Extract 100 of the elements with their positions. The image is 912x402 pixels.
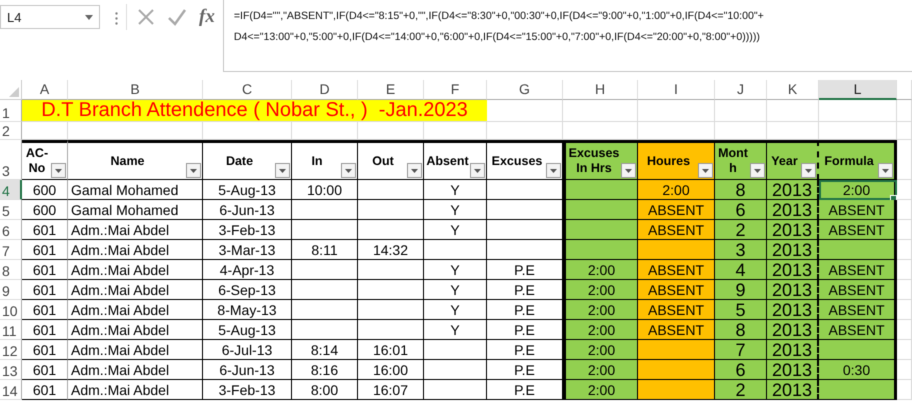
table-cell: 2:00 (563, 340, 638, 360)
row-header[interactable]: 8 (0, 260, 22, 280)
check-icon[interactable] (167, 8, 187, 26)
row-header[interactable]: 7 (0, 240, 22, 260)
table-cell: 601 (22, 260, 68, 280)
table-cell: 6-Sep-13 (203, 280, 292, 300)
insert-function-button[interactable]: fx (199, 6, 215, 28)
formula-text: D4<="13:00"+0,"5:00"+0,IF(D4<="14:00"+0,"6:00"+0,IF(D4<="15:00"+0,"7:00"+0,IF(D4<="20:00"+0,"8:00"+0))))) (234, 30, 761, 45)
table-cell (292, 260, 358, 280)
caret-icon (279, 168, 286, 172)
table-cell (292, 200, 358, 220)
filter-button[interactable] (275, 163, 290, 178)
column-header[interactable]: J (715, 80, 767, 100)
row-header[interactable]: 14 (0, 380, 22, 400)
row-header[interactable]: 5 (0, 200, 22, 220)
table-cell: 6-Jun-13 (203, 360, 292, 380)
column-heading: Houres (638, 140, 715, 180)
column-heading: Absent (424, 140, 487, 180)
column-header[interactable]: E (358, 80, 424, 100)
table-cell: 5-Aug-13 (203, 180, 292, 200)
table-cell: 10:00 (292, 180, 358, 200)
column-heading: Name (68, 140, 203, 180)
table-cell (424, 240, 487, 260)
formula-field[interactable] (222, 0, 912, 72)
filter-button[interactable] (186, 163, 201, 178)
grid-cell (358, 122, 424, 140)
grid-cell (897, 122, 912, 140)
row-header[interactable]: 6 (0, 220, 22, 240)
filter-button[interactable] (621, 163, 636, 178)
column-header[interactable]: A (22, 80, 68, 100)
table-cell: ABSENT (638, 200, 715, 220)
column-header[interactable]: C (203, 80, 292, 100)
table-cell: Adm.:Mai Abdel (68, 320, 203, 340)
caret-icon (190, 168, 197, 172)
column-header[interactable]: F (424, 80, 487, 100)
table-cell: 600 (22, 180, 68, 200)
column-header[interactable]: I (638, 80, 715, 100)
table-cell: 2013 (767, 300, 819, 320)
table-cell: 3-Mar-13 (203, 240, 292, 260)
filter-button[interactable] (878, 163, 893, 178)
name-box[interactable]: L4 (0, 5, 100, 29)
table-cell: 7 (715, 340, 767, 360)
table-cell: 8:11 (292, 240, 358, 260)
table-cell: 5-Aug-13 (203, 320, 292, 340)
column-heading: Out (358, 140, 424, 180)
table-cell: ABSENT (638, 280, 715, 300)
table-cell: Gamal Mohamed (68, 180, 203, 200)
row-header[interactable]: 12 (0, 340, 22, 360)
column-header[interactable]: L (819, 80, 897, 100)
row-header[interactable]: 11 (0, 320, 22, 340)
table-cell: Adm.:Mai Abdel (68, 240, 203, 260)
table-cell: 601 (22, 280, 68, 300)
column-heading: Month (715, 140, 767, 180)
caret-icon (702, 168, 709, 172)
filter-button[interactable] (698, 163, 713, 178)
table-cell: 6-Jul-13 (203, 340, 292, 360)
caret-icon (345, 168, 352, 172)
column-header[interactable]: H (563, 80, 638, 100)
row-header[interactable]: 13 (0, 360, 22, 380)
table-cell: 2013 (767, 320, 819, 340)
table-cell: 8 (715, 320, 767, 340)
table-cell: 2:00 (563, 280, 638, 300)
row-header[interactable]: 9 (0, 280, 22, 300)
table-cell: Adm.:Mai Abdel (68, 340, 203, 360)
row-header[interactable]: 4 (0, 180, 22, 200)
table-cell: 2013 (767, 240, 819, 260)
table-cell (292, 220, 358, 240)
table-cell: Adm.:Mai Abdel (68, 220, 203, 240)
filter-button[interactable] (546, 163, 561, 178)
column-header[interactable]: D (292, 80, 358, 100)
table-cell: 8:00 (292, 380, 358, 400)
table-cell: 601 (22, 360, 68, 380)
grid-cell (897, 260, 912, 280)
grid-cell (897, 280, 912, 300)
filter-button[interactable] (341, 163, 356, 178)
table-cell (358, 220, 424, 240)
table-cell: Y (424, 200, 487, 220)
row-header[interactable]: 10 (0, 300, 22, 320)
grid-cell (292, 122, 358, 140)
column-header[interactable]: G (487, 80, 563, 100)
filter-button[interactable] (407, 163, 422, 178)
grid-cell (897, 360, 912, 380)
grid-cell (715, 100, 767, 122)
column-header[interactable]: B (68, 80, 203, 100)
table-cell: 4 (715, 260, 767, 280)
table-cell: 8-May-13 (203, 300, 292, 320)
table-cell: 601 (22, 340, 68, 360)
filter-button[interactable] (51, 163, 66, 178)
filter-button[interactable] (470, 163, 485, 178)
filter-button[interactable] (801, 163, 816, 178)
table-cell (358, 300, 424, 320)
grid-cell (897, 380, 912, 400)
table-cell: ABSENT (638, 320, 715, 340)
column-header[interactable]: K (767, 80, 819, 100)
row-header[interactable]: 2 (0, 122, 22, 140)
table-cell (292, 280, 358, 300)
table-cell: 9 (715, 280, 767, 300)
caret-icon (85, 14, 93, 20)
filter-button[interactable] (750, 163, 765, 178)
caret-icon (55, 168, 62, 172)
